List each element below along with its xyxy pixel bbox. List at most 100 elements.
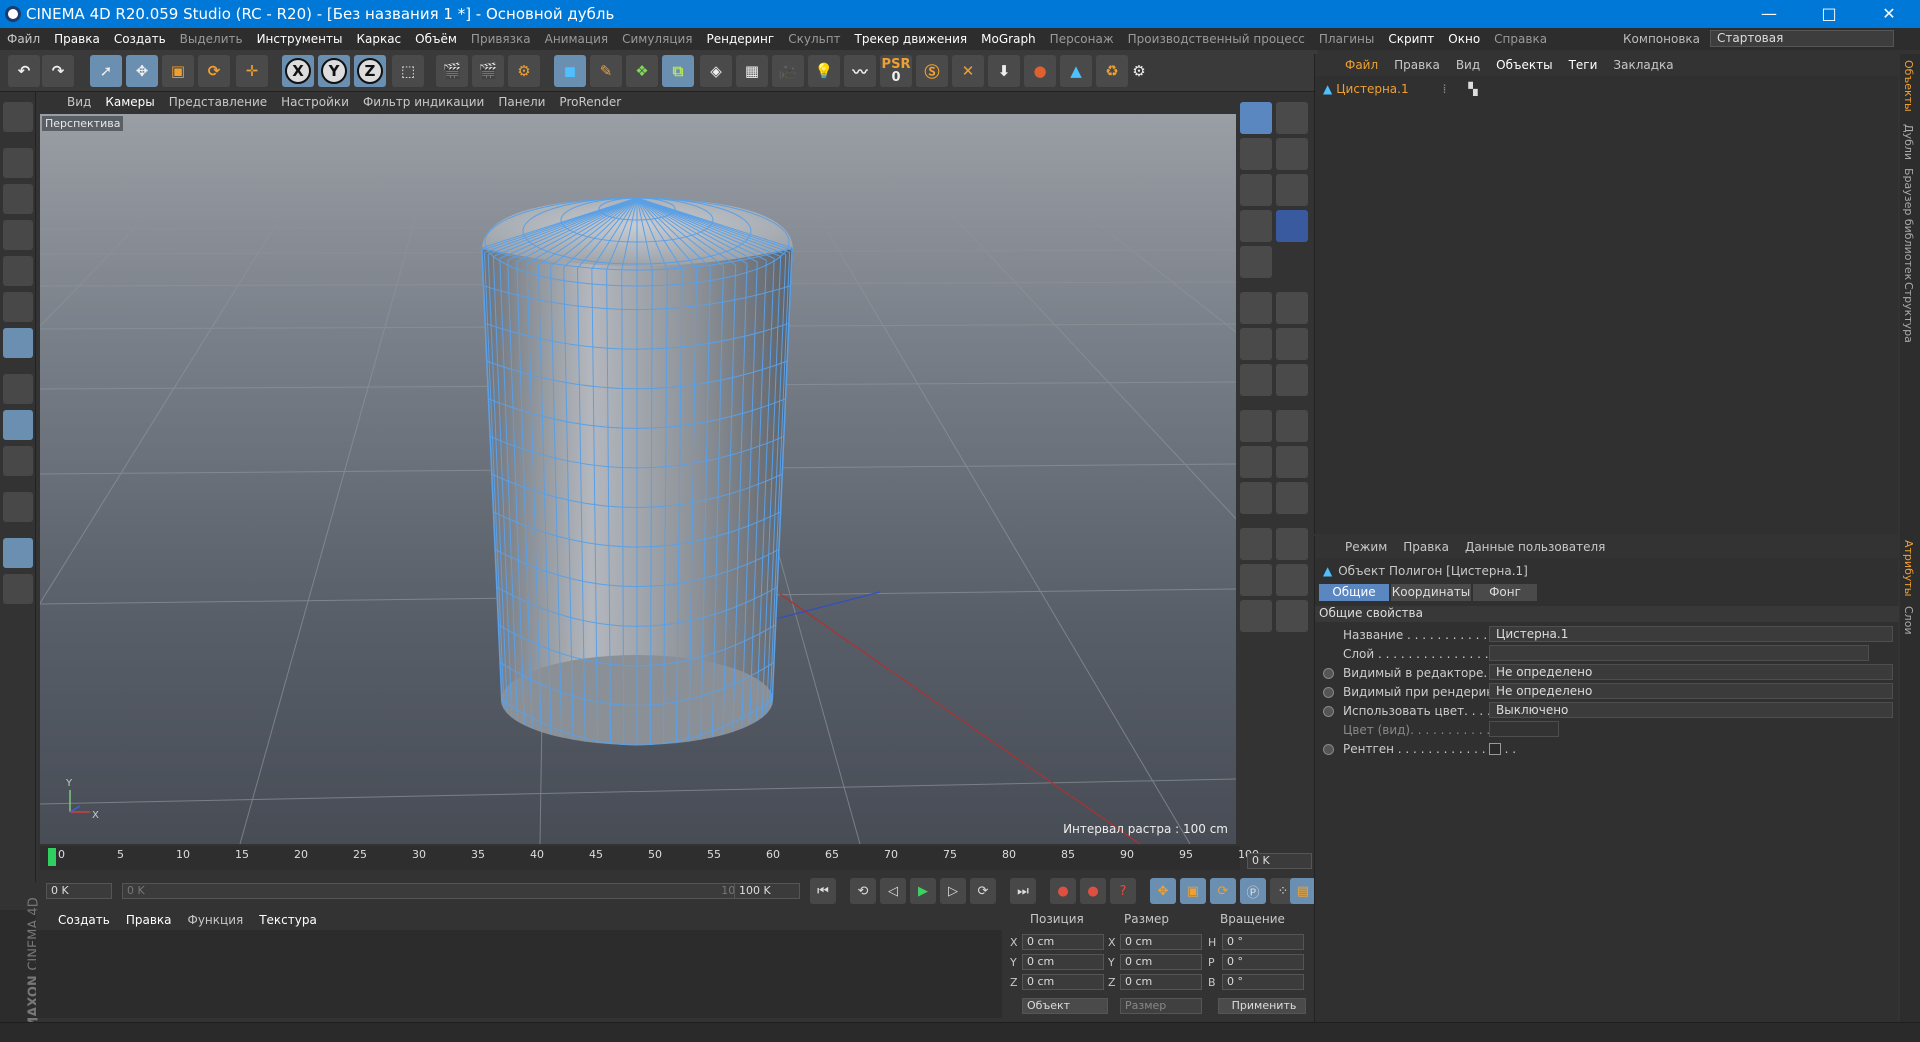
menu-simulate[interactable]: Симуляция bbox=[615, 32, 699, 46]
workplane-mode-icon[interactable] bbox=[3, 220, 33, 250]
box-small-icon[interactable] bbox=[1240, 446, 1272, 478]
tab-coordinates[interactable]: Координаты bbox=[1391, 584, 1471, 601]
cube-object-icon[interactable]: ◼ bbox=[554, 55, 586, 87]
menu-motion-tracker[interactable]: Трекер движения bbox=[848, 32, 975, 46]
pos-z-field[interactable]: 0 cm bbox=[1022, 974, 1104, 990]
visibility-dots-icon[interactable]: ⁞ bbox=[1443, 82, 1447, 96]
scale-axis-icon[interactable] bbox=[1276, 482, 1308, 514]
texture-mode-icon[interactable] bbox=[3, 184, 33, 214]
solo-icon[interactable] bbox=[3, 446, 33, 476]
coordinate-system-icon[interactable]: ⬚ bbox=[392, 55, 424, 87]
rotate-tool-icon[interactable]: ⟳ bbox=[198, 55, 230, 87]
box-icon[interactable] bbox=[1240, 364, 1272, 396]
timeline-ruler[interactable]: 0510152025303540455055606570758085909510… bbox=[40, 846, 1259, 870]
size-mode-select[interactable]: Размер bbox=[1120, 998, 1202, 1014]
points-mode-icon[interactable] bbox=[3, 256, 33, 286]
phong-tag-icon[interactable]: ▚ bbox=[1468, 82, 1477, 96]
animate-radio-icon[interactable] bbox=[1323, 668, 1334, 679]
mirror-icon[interactable] bbox=[1276, 446, 1308, 478]
redo-icon[interactable]: ↷ bbox=[42, 55, 74, 87]
material-menu-create[interactable]: Создать bbox=[50, 913, 118, 927]
recycle-icon[interactable]: ♻ bbox=[1096, 55, 1128, 87]
chart-icon[interactable] bbox=[1276, 564, 1308, 596]
sphere-gray-icon[interactable] bbox=[1276, 138, 1308, 170]
box-bevel-icon[interactable] bbox=[1276, 364, 1308, 396]
align-icon[interactable] bbox=[1240, 528, 1272, 560]
record-position-button[interactable]: ✥ bbox=[1150, 878, 1176, 904]
mesh-grid-icon[interactable] bbox=[1240, 210, 1272, 242]
psr-button[interactable]: PSR 0 bbox=[880, 55, 912, 87]
sidetab-attributes[interactable]: Атрибуты bbox=[1902, 540, 1915, 596]
record-scale-button[interactable]: ▣ bbox=[1180, 878, 1206, 904]
magnet-icon[interactable] bbox=[3, 492, 33, 522]
menu-character[interactable]: Персонаж bbox=[1043, 32, 1121, 46]
tab-basic[interactable]: Общие bbox=[1319, 584, 1389, 601]
undo-icon[interactable]: ↶ bbox=[8, 55, 40, 87]
menu-tools[interactable]: Инструменты bbox=[250, 32, 350, 46]
attribute-menu-userdata[interactable]: Данные пользователя bbox=[1457, 540, 1613, 554]
tab-phong[interactable]: Фонг bbox=[1473, 584, 1537, 601]
cube-outline2-icon[interactable] bbox=[1276, 600, 1308, 632]
apply-button[interactable]: Применить bbox=[1218, 998, 1306, 1014]
object-row[interactable]: ▲ Цистерна.1 ⁞ ▚ bbox=[1323, 81, 1478, 97]
next-key-button[interactable]: ⟳ bbox=[970, 878, 996, 904]
attribute-menu-edit[interactable]: Правка bbox=[1395, 540, 1457, 554]
menu-render[interactable]: Рендеринг bbox=[700, 32, 782, 46]
scheme-button[interactable]: ▤ bbox=[1290, 878, 1316, 904]
sphere-gray2-icon[interactable] bbox=[1276, 174, 1308, 206]
pos-y-field[interactable]: 0 cm bbox=[1022, 954, 1104, 970]
visible-editor-select[interactable]: Не определено bbox=[1489, 664, 1893, 680]
polygons-mode-icon[interactable] bbox=[3, 328, 33, 358]
maximize-button[interactable]: □ bbox=[1806, 0, 1852, 28]
cistern-mesh[interactable] bbox=[481, 197, 794, 746]
plane-icon[interactable] bbox=[1276, 292, 1308, 324]
record-parameter-button[interactable]: Ⓟ bbox=[1240, 878, 1266, 904]
current-frame-field[interactable]: 0 K bbox=[1247, 853, 1312, 869]
render-picture-viewer-icon[interactable]: 🎬 bbox=[472, 55, 504, 87]
edges-mode-icon[interactable] bbox=[3, 292, 33, 322]
knife-icon[interactable] bbox=[1276, 328, 1308, 360]
material-menu-function[interactable]: Функция bbox=[180, 913, 252, 927]
menu-window[interactable]: Окно bbox=[1441, 32, 1487, 46]
trash-icon[interactable] bbox=[1240, 246, 1272, 278]
record-rotation-button[interactable]: ⟳ bbox=[1210, 878, 1236, 904]
menu-edit[interactable]: Правка bbox=[47, 32, 107, 46]
sidetab-takes[interactable]: Дубли bbox=[1902, 124, 1915, 160]
xray-checkbox[interactable] bbox=[1489, 743, 1501, 755]
material-menu-texture[interactable]: Текстура bbox=[251, 913, 325, 927]
go-to-start-button[interactable]: ⏮ bbox=[810, 878, 836, 904]
playhead[interactable] bbox=[48, 848, 56, 866]
viewport-menu-cameras[interactable]: Камеры bbox=[98, 95, 161, 109]
menu-snap[interactable]: Привязка bbox=[464, 32, 538, 46]
viewport-menu-view[interactable]: Вид bbox=[60, 95, 98, 109]
pen-icon[interactable] bbox=[1240, 328, 1272, 360]
sidetab-content-browser[interactable]: Браузер библиотек bbox=[1902, 168, 1915, 280]
object-menu-tags[interactable]: Теги bbox=[1561, 58, 1606, 72]
size-x-field[interactable]: 0 cm bbox=[1120, 934, 1202, 950]
sphere-primitive-icon[interactable] bbox=[1240, 102, 1272, 134]
graph-icon[interactable] bbox=[1240, 564, 1272, 596]
sidetab-layers[interactable]: Слои bbox=[1902, 606, 1915, 635]
arrow-right-icon[interactable] bbox=[1276, 102, 1308, 134]
end-frame-field[interactable]: 100 K bbox=[734, 883, 800, 899]
sidetab-objects[interactable]: Объекты bbox=[1902, 60, 1915, 112]
hair-icon[interactable]: 〰 bbox=[844, 55, 876, 87]
menu-pipeline[interactable]: Производственный процесс bbox=[1121, 32, 1312, 46]
object-menu-view[interactable]: Вид bbox=[1448, 58, 1488, 72]
sidetab-structure[interactable]: Структура bbox=[1902, 282, 1915, 343]
viewport-menu-prorender[interactable]: ProRender bbox=[552, 95, 628, 109]
target-icon[interactable] bbox=[1240, 138, 1272, 170]
menu-plugins[interactable]: Плагины bbox=[1312, 32, 1381, 46]
animate-radio-icon[interactable] bbox=[1323, 706, 1334, 717]
subdivision-icon[interactable]: ❖ bbox=[626, 55, 658, 87]
close-button[interactable]: ✕ bbox=[1866, 0, 1912, 28]
display-color-swatch[interactable] bbox=[1489, 721, 1559, 737]
next-frame-button[interactable]: ▷ bbox=[940, 878, 966, 904]
cloner-icon[interactable]: ⧉ bbox=[662, 55, 694, 87]
perspective-viewport[interactable]: Y X Перспектива Интервал растра : 100 cm bbox=[40, 114, 1236, 844]
tweak-mode-icon[interactable] bbox=[3, 410, 33, 440]
use-color-select[interactable]: Выключено bbox=[1489, 702, 1893, 718]
prev-frame-button[interactable]: ◁ bbox=[880, 878, 906, 904]
menu-sculpt[interactable]: Скульпт bbox=[781, 32, 847, 46]
transform-tool-icon[interactable]: ✛ bbox=[236, 55, 268, 87]
